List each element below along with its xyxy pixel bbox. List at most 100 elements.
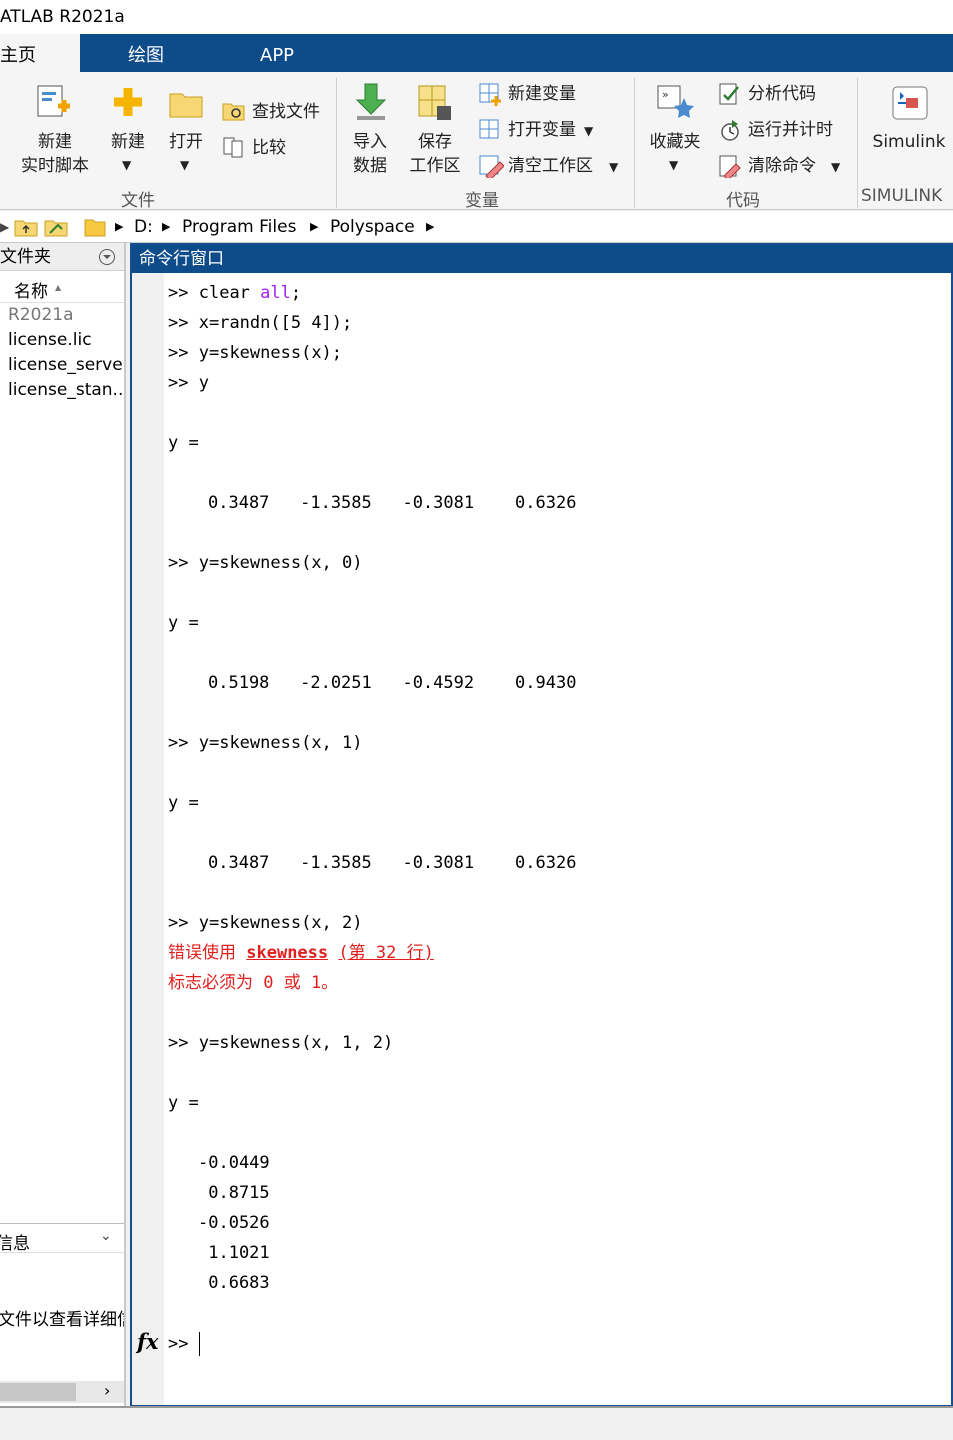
group-separator <box>857 78 858 208</box>
open-dropdown-icon: ▼ <box>180 158 190 172</box>
current-folder-panel: 文件夹 名称 ▲ R2021a license.lic license_serv… <box>0 243 126 1406</box>
code-group-label: 代码 <box>726 191 760 211</box>
tab-home[interactable]: 主页 <box>0 34 80 72</box>
output-row: 0.3487 -1.3585 -0.3081 0.6326 <box>208 853 577 873</box>
command-line: >> y <box>168 373 209 393</box>
import-label-2: 数据 <box>353 156 387 176</box>
function-browser-icon[interactable]: fx <box>137 1329 159 1354</box>
tab-plots[interactable]: 绘图 <box>128 34 164 72</box>
simulink-label: Simulink <box>872 132 946 152</box>
file-item[interactable]: license_stan... <box>8 380 124 400</box>
chevron-down-icon: ⌄ <box>100 1228 112 1244</box>
text-cursor <box>198 1332 200 1356</box>
back-arrow-icon[interactable]: ▶ <box>0 211 9 243</box>
toolstrip-tabs: 主页 绘图 APP <box>0 34 953 72</box>
favorites-icon: » <box>657 85 694 118</box>
new-variable-icon <box>479 83 501 106</box>
status-bar <box>0 1406 953 1440</box>
new-live-script-icon <box>37 85 70 117</box>
command-line: >> y=skewness(x, 1) <box>168 733 363 753</box>
breadcrumb-item[interactable]: Polyspace <box>330 211 415 243</box>
tab-apps[interactable]: APP <box>260 34 294 72</box>
command-gutter <box>132 273 164 1405</box>
command-line: >> y=skewness(x, 0) <box>168 553 363 573</box>
error-line-link[interactable]: (第 32 行) <box>338 943 433 963</box>
breadcrumb-item[interactable]: Program Files <box>182 211 296 243</box>
clear-commands-dropdown-icon: ▼ <box>831 160 841 174</box>
breadcrumb-separator-icon: ▶ <box>310 220 319 233</box>
output-value: 1.1021 <box>198 1243 270 1263</box>
compare-icon <box>223 137 243 158</box>
variable-group-label: 变量 <box>465 191 499 211</box>
open-variable-label: 打开变量 <box>508 120 576 140</box>
panel-header: 文件夹 <box>0 243 124 271</box>
output-label: y = <box>168 793 199 813</box>
clear-workspace-icon <box>479 155 504 178</box>
simulink-group-label: SIMULINK <box>861 186 943 206</box>
open-label: 打开 <box>169 132 203 152</box>
favorites-dropdown-icon: ▼ <box>669 158 679 172</box>
details-title: 信息 <box>0 1234 30 1254</box>
output-value: -0.0449 <box>198 1153 270 1173</box>
browse-folder-icon[interactable] <box>44 217 70 237</box>
output-row: 0.3487 -1.3585 -0.3081 0.6326 <box>208 493 577 513</box>
analyze-code-label: 分析代码 <box>748 84 816 104</box>
command-prompt[interactable]: >> <box>168 1332 200 1356</box>
simulink-icon <box>892 86 928 120</box>
output-row: 0.5198 -2.0251 -0.4592 0.9430 <box>208 673 577 693</box>
save-workspace-icon <box>418 85 451 120</box>
details-text: 文件以查看详细信 <box>0 1310 124 1330</box>
output-value: 0.8715 <box>198 1183 270 1203</box>
clear-commands-icon <box>719 155 741 178</box>
new-live-script-label-2: 实时脚本 <box>21 156 89 176</box>
save-label-1: 保存 <box>418 132 452 152</box>
open-variable-dropdown-icon: ▼ <box>584 124 594 138</box>
sort-ascending-icon: ▲ <box>55 283 62 292</box>
window-title: ATLAB R2021a <box>0 0 953 34</box>
import-icon <box>355 83 387 120</box>
command-window[interactable]: 命令行窗口 >> clear all; >> x=randn([5 4]); >… <box>130 243 953 1407</box>
folder-icon <box>169 93 203 118</box>
run-and-time-label: 运行并计时 <box>748 120 833 140</box>
breadcrumb-separator-icon: ▶ <box>162 220 171 233</box>
new-variable-label: 新建变量 <box>508 84 576 104</box>
file-item[interactable]: R2021a <box>8 305 124 325</box>
scroll-right-icon[interactable]: › <box>104 1381 110 1400</box>
details-header[interactable]: 信息 ⌄ <box>0 1223 124 1254</box>
output-label: y = <box>168 433 199 453</box>
error-function-link[interactable]: skewness <box>246 943 328 963</box>
compare-label: 比较 <box>252 138 286 158</box>
breadcrumb-separator-icon: ▶ <box>115 220 124 233</box>
horizontal-scrollbar[interactable]: › <box>0 1381 124 1403</box>
column-header[interactable]: 名称 ▲ <box>0 273 124 303</box>
command-line: >> clear all; <box>168 283 302 303</box>
file-group-label: 文件 <box>121 191 155 211</box>
run-and-time-icon <box>721 120 739 141</box>
command-line: >> y=skewness(x, 2) <box>168 913 363 933</box>
command-line: >> y=skewness(x); <box>168 343 343 363</box>
clear-commands-label: 清除命令 <box>748 156 816 176</box>
error-message: 标志必须为 0 或 1。 <box>168 973 339 993</box>
plus-icon <box>114 88 142 116</box>
open-variable-icon <box>479 119 499 139</box>
file-item[interactable]: license_serve... <box>8 355 124 375</box>
panel-title: 文件夹 <box>0 247 51 267</box>
clear-workspace-label: 清空工作区 <box>508 156 593 176</box>
import-label-1: 导入 <box>353 132 387 152</box>
file-item[interactable]: license.lic <box>8 330 124 350</box>
panel-menu-icon[interactable] <box>98 248 116 266</box>
breadcrumb-separator-icon: ▶ <box>426 220 435 233</box>
command-line: >> y=skewness(x, 1, 2) <box>168 1033 394 1053</box>
group-separator <box>634 78 635 208</box>
address-bar: ▶ ▶ D: ▶ Program Files ▶ Polyspace ▶ <box>0 211 953 243</box>
new-label: 新建 <box>111 132 145 152</box>
scrollbar-thumb[interactable] <box>0 1383 76 1401</box>
output-value: 0.6683 <box>198 1273 270 1293</box>
folder-icon <box>84 219 106 237</box>
group-separator <box>336 78 337 208</box>
up-folder-icon[interactable] <box>14 217 38 237</box>
breadcrumb-item[interactable]: D: <box>134 211 153 243</box>
toolstrip-ribbon: 新建 实时脚本 新建 ▼ 打开 ▼ 查找文件 比较 文件 导入 数据 保存 工作… <box>0 72 953 211</box>
output-label: y = <box>168 1093 199 1113</box>
new-live-script-label-1: 新建 <box>38 132 72 152</box>
